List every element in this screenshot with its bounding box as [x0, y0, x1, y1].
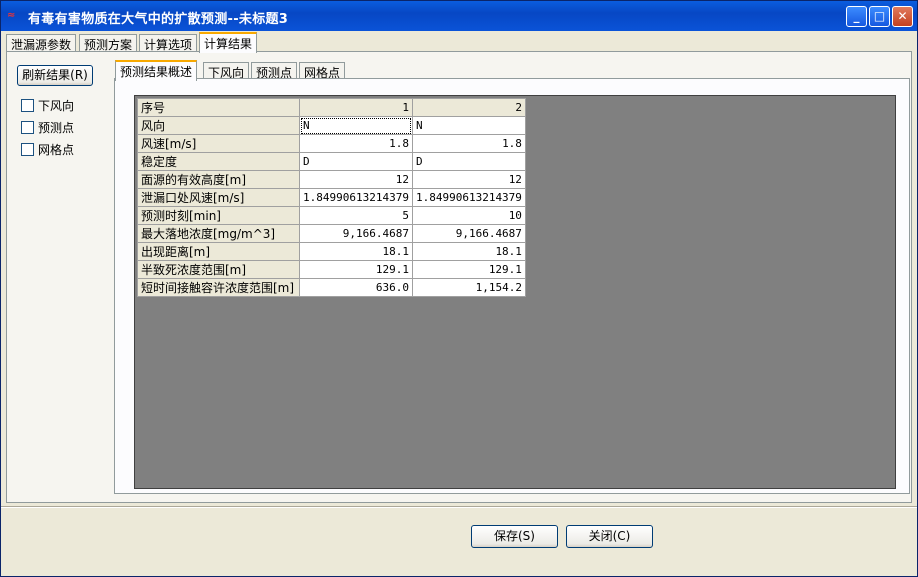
- close-window-button[interactable]: ✕: [892, 6, 913, 27]
- table-cell[interactable]: 1.84990613214379: [299, 188, 413, 207]
- column-header-2[interactable]: 2: [411, 98, 526, 117]
- row-label: 短时间接触容许浓度范围[m]: [137, 278, 300, 297]
- tab-result-overview[interactable]: 预测结果概述: [115, 60, 198, 81]
- table-cell[interactable]: 129.1: [411, 260, 526, 279]
- table-cell[interactable]: 18.1: [411, 242, 526, 261]
- title-bar[interactable]: ≈ 有毒有害物质在大气中的扩散预测--未标题3 _ □ ✕: [1, 1, 917, 31]
- row-label: 出现距离[m]: [137, 242, 300, 261]
- table-row: 最大落地浓度[mg/m^3] 9,166.4687 9,166.4687: [137, 224, 526, 243]
- table-cell[interactable]: 1.8: [299, 134, 413, 153]
- grid-point-checkbox[interactable]: [21, 143, 34, 156]
- checkbox-downwind-row[interactable]: 下风向: [21, 97, 74, 113]
- table-row: 风向 N N: [137, 116, 526, 135]
- table-cell[interactable]: 12: [411, 170, 526, 189]
- predict-point-checkbox[interactable]: [21, 121, 34, 134]
- table-row: 面源的有效高度[m] 12 12: [137, 170, 526, 189]
- row-label: 稳定度: [137, 152, 300, 171]
- tab-calc-options[interactable]: 计算选项: [139, 34, 198, 52]
- table-row: 半致死浓度范围[m] 129.1 129.1: [137, 260, 526, 279]
- table-cell[interactable]: D: [299, 152, 413, 171]
- table-cell[interactable]: 18.1: [299, 242, 413, 261]
- row-label: 半致死浓度范围[m]: [137, 260, 300, 279]
- checkbox-predict-point-row[interactable]: 预测点: [21, 119, 74, 135]
- grid-point-label: 网格点: [38, 143, 75, 157]
- results-panel: 刷新结果(R) 下风向 预测点 网格点 预测结果概述 下风向 预测点 网格点 序…: [6, 51, 912, 503]
- table-cell[interactable]: 1,154.2: [411, 278, 526, 297]
- row-label: 泄漏口处风速[m/s]: [137, 188, 300, 207]
- row-label: 最大落地浓度[mg/m^3]: [137, 224, 300, 243]
- table-cell[interactable]: 12: [299, 170, 413, 189]
- table-cell[interactable]: 5: [299, 206, 413, 225]
- table-cell[interactable]: 9,166.4687: [411, 224, 526, 243]
- tab-leak-source[interactable]: 泄漏源参数: [6, 34, 77, 52]
- table-cell[interactable]: 129.1: [299, 260, 413, 279]
- row-label: 风向: [137, 116, 300, 135]
- refresh-results-button[interactable]: 刷新结果(R): [17, 65, 93, 86]
- table-row: 泄漏口处风速[m/s] 1.84990613214379 1.849906132…: [137, 188, 526, 207]
- row-label: 面源的有效高度[m]: [137, 170, 300, 189]
- table-cell[interactable]: 636.0: [299, 278, 413, 297]
- table-row: 风速[m/s] 1.8 1.8: [137, 134, 526, 153]
- table-cell[interactable]: 1.8: [411, 134, 526, 153]
- table-row: 短时间接触容许浓度范围[m] 636.0 1,154.2: [137, 278, 526, 297]
- table-cell[interactable]: D: [411, 152, 526, 171]
- minimize-button[interactable]: _: [846, 6, 867, 27]
- table-cell[interactable]: N: [411, 116, 526, 135]
- downwind-label: 下风向: [38, 99, 75, 113]
- close-button[interactable]: 关闭(C): [566, 525, 653, 548]
- app-window: ≈ 有毒有害物质在大气中的扩散预测--未标题3 _ □ ✕ 泄漏源参数 预测方案…: [0, 0, 918, 577]
- table-cell[interactable]: N: [299, 116, 413, 135]
- table-cell[interactable]: 1.84990613214379: [411, 188, 526, 207]
- row-label: 预测时刻[min]: [137, 206, 300, 225]
- tab-calc-results[interactable]: 计算结果: [199, 32, 258, 53]
- tab-prediction-plan[interactable]: 预测方案: [79, 34, 138, 52]
- downwind-checkbox[interactable]: [21, 99, 34, 112]
- overview-panel: 序号 1 2 风向 N N 风速[m/s] 1.8 1.8 稳定度 D D 面源…: [114, 78, 910, 494]
- table-header-row: 序号 1 2: [137, 98, 526, 117]
- table-cell[interactable]: 10: [411, 206, 526, 225]
- app-icon: ≈: [7, 10, 16, 21]
- table-row: 预测时刻[min] 5 10: [137, 206, 526, 225]
- table-row: 出现距离[m] 18.1 18.1: [137, 242, 526, 261]
- table-row: 稳定度 D D: [137, 152, 526, 171]
- window-title: 有毒有害物质在大气中的扩散预测--未标题3: [28, 12, 289, 27]
- predict-point-label: 预测点: [38, 121, 75, 135]
- checkbox-grid-point-row[interactable]: 网格点: [21, 141, 74, 157]
- results-table: 序号 1 2 风向 N N 风速[m/s] 1.8 1.8 稳定度 D D 面源…: [137, 98, 526, 297]
- results-grid-area[interactable]: 序号 1 2 风向 N N 风速[m/s] 1.8 1.8 稳定度 D D 面源…: [134, 95, 896, 489]
- footer-divider: [1, 506, 917, 508]
- table-cell[interactable]: 9,166.4687: [299, 224, 413, 243]
- header-index-label: 序号: [137, 98, 300, 117]
- column-header-1[interactable]: 1: [299, 98, 413, 117]
- maximize-button[interactable]: □: [869, 6, 890, 27]
- save-button[interactable]: 保存(S): [471, 525, 558, 548]
- row-label: 风速[m/s]: [137, 134, 300, 153]
